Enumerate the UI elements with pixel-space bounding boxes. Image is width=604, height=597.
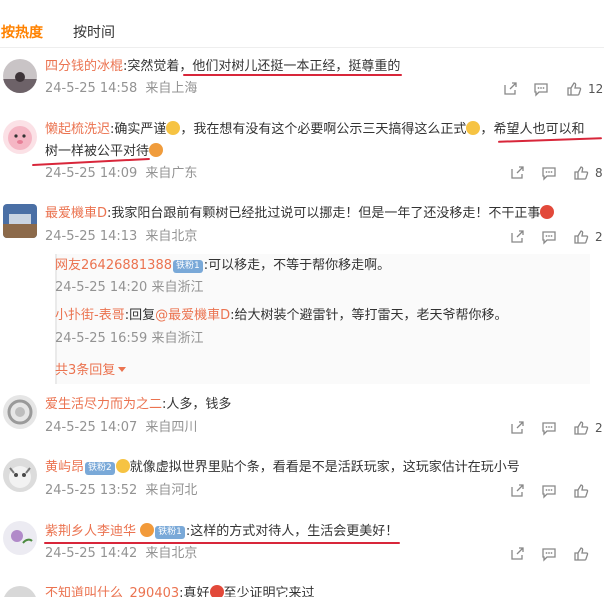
- like-icon: [574, 484, 589, 498]
- like-button[interactable]: [573, 483, 589, 499]
- fan-badge: 铁粉2: [85, 462, 115, 475]
- comment-meta: 24-5-25 14:58 来自上海: [45, 80, 197, 98]
- thinking-emoji-icon: [115, 459, 130, 473]
- red-underline: [183, 74, 402, 76]
- comment-date: 24-5-25 14:07: [45, 420, 138, 435]
- like-icon: [574, 166, 589, 180]
- comment-icon[interactable]: [541, 483, 557, 499]
- comment-icon[interactable]: [533, 81, 549, 97]
- reply-username[interactable]: 网友26426881388: [55, 258, 172, 273]
- avatar[interactable]: [3, 204, 37, 238]
- reply-text: 网友26426881388 铁粉1:可以移走，不等于帮你移走啊。: [55, 258, 391, 273]
- laugh-emoji-icon: [166, 121, 181, 135]
- tab-time[interactable]: 按时间: [73, 22, 115, 42]
- avatar[interactable]: [3, 521, 37, 555]
- comment-date: 24-5-25 13:52: [45, 483, 138, 498]
- comment-meta: 24-5-25 14:07 来自四川: [45, 419, 197, 437]
- tab-hot[interactable]: 按热度: [1, 22, 43, 42]
- heart-emoji-icon: [209, 585, 224, 597]
- avatar[interactable]: [3, 120, 37, 154]
- comment-icon[interactable]: [541, 420, 557, 436]
- comment-icon[interactable]: [541, 229, 557, 245]
- comment-text: 不知道叫什么_290403:真好 至少证明它来过: [45, 585, 315, 597]
- comment-text: 懒起梳洗迟:确实严谨 ，我在想有没有这个必要啊公示三天搞得这么正式 ，希望人也可以和: [45, 121, 585, 137]
- username[interactable]: 四分钱的冰棍: [45, 59, 123, 74]
- comment-meta: 24-5-25 14:42 来自北京: [45, 545, 197, 563]
- comment-location: 来自上海: [145, 81, 198, 96]
- like-count: 2: [595, 421, 603, 435]
- avatar[interactable]: [3, 59, 37, 93]
- comment-text: 爱生活尽力而为之二:人多，钱多: [45, 397, 232, 412]
- comment-location: 来自广东: [145, 166, 198, 181]
- reply-username[interactable]: 小扑街-表哥: [55, 308, 125, 323]
- fan-badge: 铁粉1: [172, 260, 203, 273]
- like-icon: [567, 82, 582, 96]
- red-underline: [44, 542, 400, 544]
- share-icon[interactable]: [509, 229, 525, 245]
- angry-emoji-icon: [540, 205, 555, 219]
- hug-emoji-icon: [149, 143, 164, 157]
- reply-meta: 24-5-25 14:20 来自浙江: [55, 280, 204, 295]
- like-button[interactable]: 2: [573, 420, 603, 436]
- share-icon[interactable]: [509, 546, 525, 562]
- comment-date: 24-5-25 14:13: [45, 229, 138, 244]
- reply-meta: 24-5-25 16:59 来自浙江: [55, 331, 204, 346]
- fan-badge: 铁粉1: [155, 526, 185, 539]
- avatar[interactable]: [3, 458, 37, 492]
- share-icon[interactable]: [509, 165, 525, 181]
- share-icon[interactable]: [509, 420, 525, 436]
- reply-text: 小扑街-表哥:回复@最爱機車D:给大树装个避雷针，等打雷天，老天爷帮你移。: [55, 308, 508, 323]
- username[interactable]: 懒起梳洗迟: [45, 122, 110, 137]
- username[interactable]: 最爱機車D: [45, 206, 107, 221]
- sort-tabs: 按热度 按时间: [0, 20, 145, 44]
- like-button[interactable]: 12: [566, 81, 603, 97]
- fan-crown-icon: [140, 523, 155, 537]
- like-icon: [574, 421, 589, 435]
- comment-text: 黄屿昂 铁粉2 就像虚拟世界里贴个条，看看是不是活跃玩家，这玩家估计在玩小号: [45, 459, 520, 475]
- username[interactable]: 紫荆乡人李迪华: [45, 524, 136, 539]
- comment-location: 来自北京: [145, 546, 198, 561]
- comment-meta: 24-5-25 14:13 来自北京: [45, 228, 197, 246]
- comment-meta: 24-5-25 14:09 来自广东: [45, 165, 197, 183]
- like-count: 2: [595, 230, 603, 244]
- comment-meta: 24-5-25 13:52 来自河北: [45, 482, 197, 500]
- comment-location: 来自河北: [145, 483, 198, 498]
- comment-location: 来自北京: [145, 229, 198, 244]
- like-icon: [574, 547, 589, 561]
- like-count: 12: [588, 82, 604, 96]
- share-icon[interactable]: [502, 81, 518, 97]
- like-button[interactable]: 8: [573, 165, 603, 181]
- like-button[interactable]: 2: [573, 229, 603, 245]
- username[interactable]: 黄屿昂: [45, 460, 84, 475]
- comment-date: 24-5-25 14:09: [45, 166, 138, 181]
- comment-date: 24-5-25 14:58: [45, 81, 138, 96]
- comment-date: 24-5-25 14:42: [45, 546, 138, 561]
- more-replies-link[interactable]: 共3条回复: [55, 359, 127, 378]
- like-icon: [574, 230, 589, 244]
- comment-icon[interactable]: [541, 546, 557, 562]
- username[interactable]: 不知道叫什么_290403: [45, 586, 179, 597]
- comment-icon[interactable]: [541, 165, 557, 181]
- username[interactable]: 爱生活尽力而为之二: [45, 397, 162, 412]
- mention-link[interactable]: @最爱機車D: [155, 308, 230, 323]
- comment-location: 来自四川: [145, 420, 198, 435]
- laugh-emoji-icon: [466, 121, 481, 135]
- avatar[interactable]: [3, 586, 37, 597]
- like-count: 8: [595, 166, 603, 180]
- like-button[interactable]: [573, 546, 589, 562]
- tabs-divider: [0, 47, 604, 48]
- comment-text: 紫荆乡人李迪华 铁粉1:这样的方式对待人，生活会更美好！: [45, 523, 399, 539]
- share-icon[interactable]: [509, 483, 525, 499]
- chevron-down-icon: [118, 367, 127, 372]
- avatar[interactable]: [3, 395, 37, 429]
- comment-text: 最爱機車D:我家阳台跟前有颗树已经批过说可以挪走！但是一年了还没移走！不干正事: [45, 205, 555, 223]
